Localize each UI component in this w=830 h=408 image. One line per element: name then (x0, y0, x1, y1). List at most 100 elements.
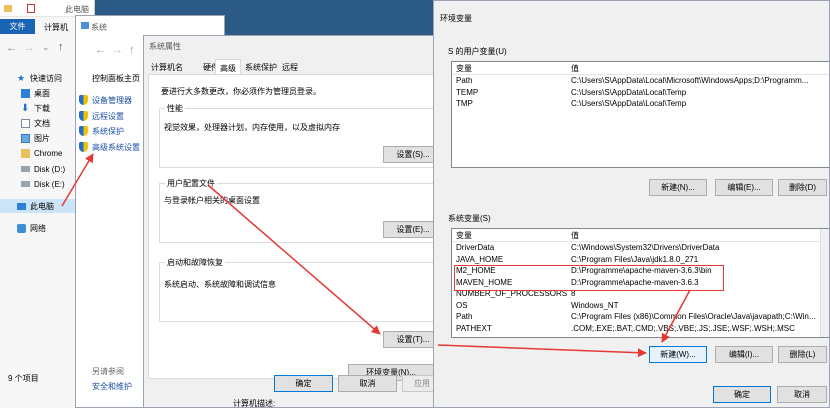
startup-recovery-group: 启动和故障恢复 系统启动、系统故障和调试信息 设置(T)... (159, 257, 442, 348)
tab-remote[interactable]: 远程 (282, 62, 298, 73)
user-profiles-title: 用户配置文件 (165, 178, 217, 189)
variable-value: C:\Users\S\AppData\Local\Temp (571, 99, 687, 108)
network-icon (17, 223, 26, 233)
variable-value: C:\Program Files\Java\jdk1.8.0_271 (571, 254, 699, 264)
security-maintenance-link[interactable]: 安全和维护 (92, 381, 132, 392)
table-row[interactable]: DriverData C:\Windows\System32\Drivers\D… (452, 242, 829, 254)
table-row[interactable]: JAVA_HOME C:\Program Files\Java\jdk1.8.0… (452, 254, 829, 266)
variable-name: TEMP (456, 87, 479, 97)
status-bar-text: 9 个项目 (8, 374, 39, 383)
variable-value: C:\Program Files (x86)\Common Files\Orac… (571, 312, 816, 321)
vertical-scrollbar[interactable] (820, 229, 829, 337)
computer-description-text: 计算机描述: (233, 399, 276, 408)
table-row[interactable]: PATHEXT .COM;.EXE;.BAT;.CMD;.VBS;.VBE;.J… (452, 323, 829, 335)
highlight-maven-rows (454, 265, 724, 291)
folder-icon (21, 148, 30, 158)
remote-settings-link[interactable]: 远程设置 (79, 109, 124, 123)
nav-pictures[interactable]: 图片 (21, 131, 50, 145)
forward-arrow-icon[interactable]: → (112, 44, 123, 56)
chevron-down-icon[interactable]: ⌄ (42, 42, 50, 53)
user-edit-button[interactable]: 编辑(E)... (715, 179, 773, 196)
nav-desktop[interactable]: 桌面 (21, 86, 50, 100)
variable-name: DriverData (456, 243, 495, 252)
ribbon-file-tab[interactable]: 文件 (0, 19, 35, 34)
table-row[interactable]: OS Windows_NT (452, 300, 829, 312)
user-new-button[interactable]: 新建(N)... (649, 179, 707, 196)
admin-note: 要进行大多数更改，你必须作为管理员登录。 (161, 87, 321, 96)
back-arrow-icon[interactable]: ← (95, 44, 106, 56)
tab-advanced[interactable]: 高级 (215, 59, 241, 75)
user-profiles-group: 用户配置文件 与登录帐户相关的桌面设置 设置(E)... (159, 178, 442, 243)
forward-arrow-icon[interactable]: → (24, 42, 35, 54)
variable-name: OS (456, 300, 468, 310)
nav-network[interactable]: 网络 (17, 221, 46, 235)
variable-value: C:\Users\S\AppData\Local\Microsoft\Windo… (571, 76, 809, 85)
user-variables-label: S 的用户变量(U) (448, 47, 507, 56)
system-variables-label: 系统变量(S) (448, 214, 491, 223)
nav-chrome[interactable]: Chrome (21, 146, 62, 160)
shield-icon (79, 126, 88, 136)
variable-value: .COM;.EXE;.BAT;.CMD;.VBS;.VBE;.JS;.JSE;.… (571, 323, 795, 333)
nav-disk-d[interactable]: Disk (D:) (21, 162, 65, 176)
drive-icon (21, 181, 30, 187)
table-row[interactable]: TEMP C:\Users\S\AppData\Local\Temp (452, 87, 829, 99)
shield-icon (79, 95, 88, 105)
tab-bar: 计算机名 硬件 高级 系统保护 远程 (148, 59, 440, 75)
properties-icon[interactable] (27, 4, 35, 13)
system-delete-button[interactable]: 删除(L) (778, 346, 827, 363)
ok-button[interactable]: 确定 (274, 375, 333, 392)
folder-icon (4, 5, 12, 12)
cancel-button[interactable]: 取消 (338, 375, 397, 392)
performance-desc: 视觉效果，处理器计划，内存使用，以及虚拟内存 (164, 123, 340, 132)
sysprops-title: 系统属性 (149, 42, 181, 51)
up-arrow-icon[interactable]: ↑ (58, 41, 64, 53)
back-arrow-icon[interactable]: ← (6, 42, 17, 54)
performance-group: 性能 视觉效果，处理器计划，内存使用，以及虚拟内存 设置(S)... (159, 103, 442, 168)
nav-documents[interactable]: 文档 (21, 116, 50, 130)
download-icon: ⬇ (21, 102, 30, 114)
variable-name: JAVA_HOME (456, 254, 504, 264)
tab-system-protection[interactable]: 系统保护 (245, 62, 277, 73)
column-header-value[interactable]: 值 (571, 230, 579, 241)
shield-icon (79, 111, 88, 121)
user-delete-button[interactable]: 删除(D) (778, 179, 827, 196)
up-arrow-icon[interactable]: ↑ (129, 44, 135, 56)
column-header-variable[interactable]: 变量 (456, 63, 472, 74)
performance-title: 性能 (165, 103, 185, 114)
column-header-variable[interactable]: 变量 (456, 230, 472, 241)
user-variables-table: 变量 值 Path C:\Users\S\AppData\Local\Micro… (451, 61, 829, 168)
startup-recovery-title: 启动和故障恢复 (165, 257, 225, 268)
env-cancel-button[interactable]: 取消 (777, 386, 827, 403)
variable-value: C:\Windows\System32\Drivers\DriverData (571, 243, 720, 252)
control-panel-home-link[interactable]: 控制面板主页 (92, 73, 140, 84)
see-also-heading: 另请参阅 (92, 367, 124, 376)
desktop-icon (21, 88, 30, 98)
tab-computer-name[interactable]: 计算机名 (151, 62, 183, 73)
computer-icon (17, 202, 26, 210)
user-profiles-desc: 与登录帐户相关的桌面设置 (164, 196, 260, 205)
system-edit-button[interactable]: 编辑(I)... (715, 346, 773, 363)
system-table-header: 变量 值 (452, 229, 829, 242)
drive-icon (21, 166, 30, 172)
table-row[interactable]: Path C:\Program Files (x86)\Common Files… (452, 311, 829, 323)
device-manager-link[interactable]: 设备管理器 (79, 93, 132, 107)
system-properties-dialog: 系统属性 计算机名 硬件 高级 系统保护 远程 要进行大多数更改，你必须作为管理… (143, 35, 443, 408)
tab-panel: 要进行大多数更改，你必须作为管理员登录。 性能 视觉效果，处理器计划，内存使用，… (148, 74, 442, 381)
nav-quick-access[interactable]: ★ 快速访问 (17, 71, 62, 85)
startup-recovery-desc: 系统启动、系统故障和调试信息 (164, 280, 276, 289)
environment-variables-dialog: 环境变量 S 的用户变量(U) 变量 值 Path C:\Users\S\App… (433, 0, 830, 408)
system-new-button[interactable]: 新建(W)... (649, 346, 707, 363)
picture-icon (21, 133, 30, 143)
variable-name: TMP (456, 99, 473, 108)
advanced-system-settings-link[interactable]: 高级系统设置 (79, 140, 140, 154)
table-row[interactable]: Path C:\Users\S\AppData\Local\Microsoft\… (452, 75, 829, 87)
nav-disk-e[interactable]: Disk (E:) (21, 177, 65, 191)
env-ok-button[interactable]: 确定 (713, 386, 771, 403)
table-row[interactable]: TMP C:\Users\S\AppData\Local\Temp (452, 98, 829, 110)
nav-downloads[interactable]: ⬇ 下载 (21, 101, 50, 115)
column-header-value[interactable]: 值 (571, 63, 579, 74)
variable-name: Path (456, 76, 473, 85)
ribbon-computer-tab[interactable]: 计算机 (44, 22, 68, 33)
system-protection-link[interactable]: 系统保护 (79, 124, 124, 138)
variable-name: PATHEXT (456, 323, 492, 333)
